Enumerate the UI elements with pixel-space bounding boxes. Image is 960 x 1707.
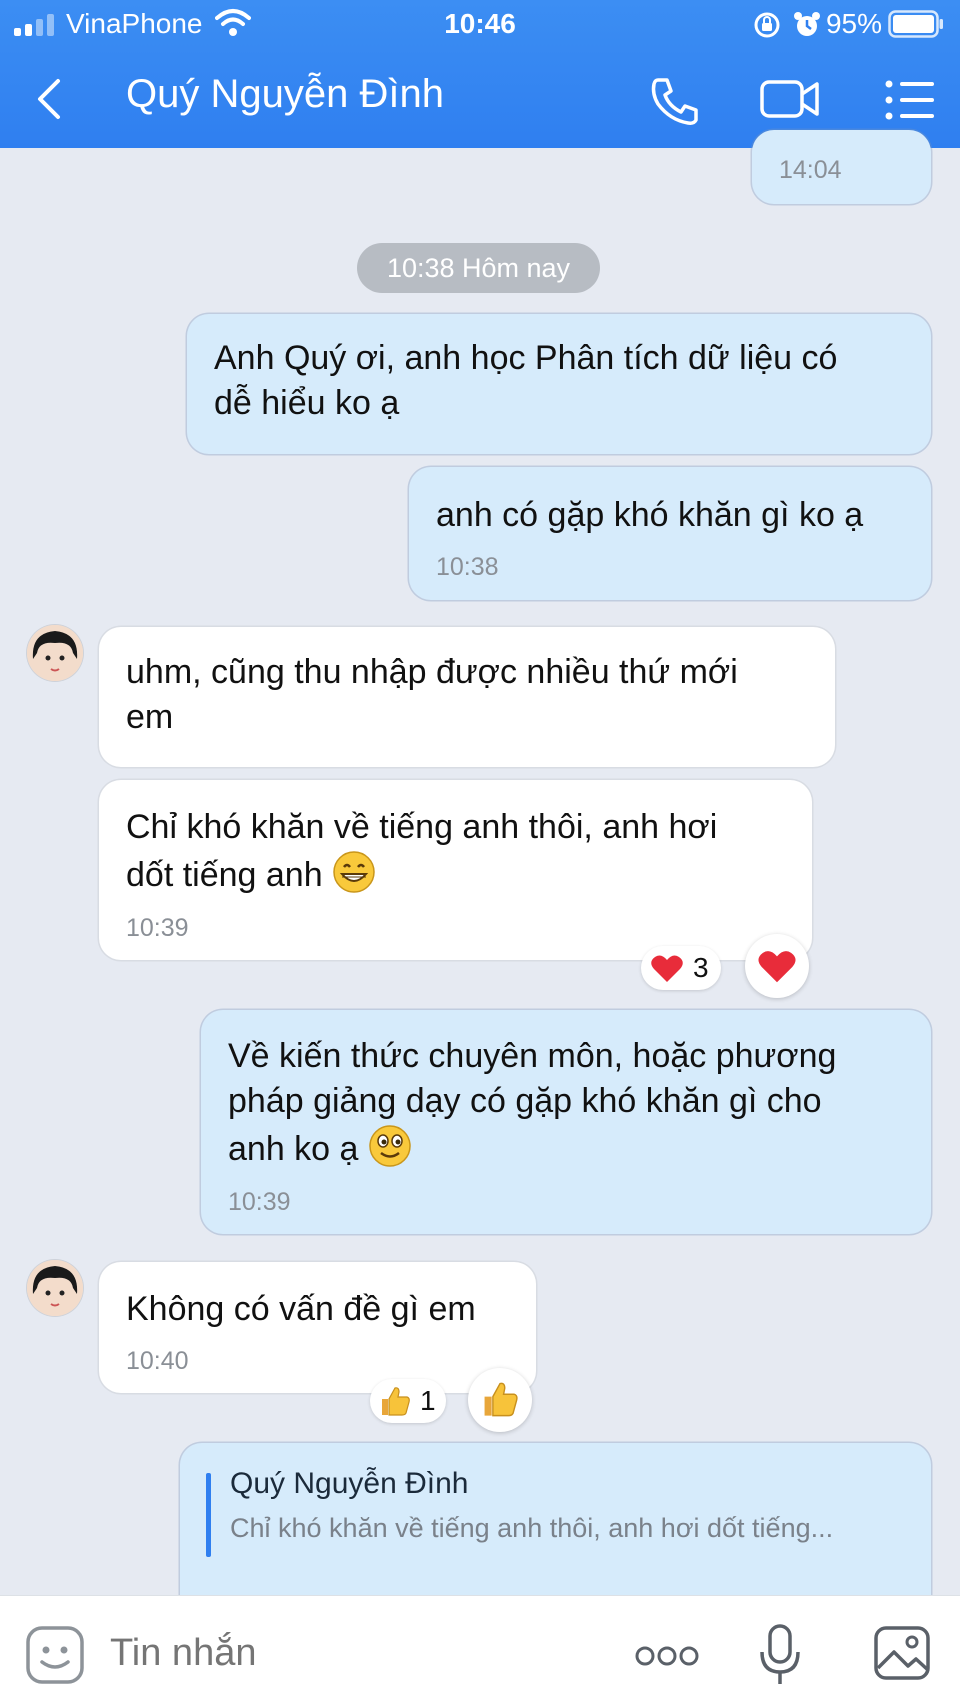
message-bubble[interactable]: 14:04	[752, 130, 931, 204]
message-text: Anh Quý ơi, anh học Phân tích dữ liệu có	[214, 339, 838, 377]
thumbs-up-icon	[382, 1387, 410, 1416]
date-divider: 10:38 Hôm nay	[357, 243, 600, 293]
heart-icon	[758, 951, 796, 983]
battery-icon	[888, 10, 943, 38]
avatar-image	[27, 1260, 83, 1316]
message-bubble[interactable]: Anh Quý ơi, anh học Phân tích dữ liệu có…	[187, 314, 931, 454]
avatar-image	[27, 625, 83, 681]
heart-icon	[651, 955, 683, 982]
microphone-icon[interactable]	[756, 1624, 804, 1686]
message-bubble[interactable]: anh có gặp khó khăn gì ko ạ 10:38	[409, 467, 931, 600]
reaction-count[interactable]: 1	[370, 1379, 446, 1423]
sticker-icon[interactable]	[26, 1626, 84, 1684]
message-time: 10:39	[126, 914, 189, 942]
quoted-author: Quý Nguyễn Đình	[230, 1467, 469, 1500]
message-text: pháp giảng dạy có gặp khó khăn gì cho	[228, 1082, 822, 1120]
message-text: anh ko ạ	[228, 1130, 359, 1168]
battery-percent: 95%	[825, 8, 882, 39]
message-text: Không có vấn đề gì em	[126, 1290, 476, 1328]
input-bar	[0, 1595, 960, 1707]
message-text: dốt tiếng anh	[126, 856, 323, 894]
reaction-count-value: 3	[693, 952, 709, 983]
message-text: anh có gặp khó khăn gì ko ạ	[436, 496, 864, 534]
message-time: 10:39	[228, 1188, 291, 1216]
message-text: uhm, cũng thu nhập được nhiều thứ mới	[126, 653, 738, 691]
message-text-line: dốt tiếng anh	[126, 850, 376, 898]
message-input[interactable]	[110, 1632, 590, 1675]
reaction-count[interactable]: 3	[641, 946, 721, 990]
message-time: 10:40	[126, 1347, 189, 1375]
phone-call-icon[interactable]	[650, 76, 702, 126]
message-time: 14:04	[779, 156, 842, 184]
avatar[interactable]	[27, 1260, 83, 1316]
rotation-lock-icon	[754, 12, 780, 38]
message-bubble[interactable]: Không có vấn đề gì em 10:40	[99, 1262, 536, 1393]
message-text: dễ hiểu ko ạ	[214, 384, 400, 422]
thumbs-up-icon	[484, 1382, 518, 1417]
image-gallery-icon[interactable]	[874, 1626, 930, 1680]
header: VinaPhone 10:46 95% Quý Nguyễn Đình	[0, 0, 960, 148]
chat-screen: VinaPhone 10:46 95% Quý Nguyễn Đình 14:0…	[0, 0, 960, 1707]
message-time: 10:38	[436, 553, 499, 581]
message-text: Chỉ khó khăn về tiếng anh thôi, anh hơi	[126, 808, 718, 846]
video-call-icon[interactable]	[760, 76, 820, 122]
message-bubble[interactable]: uhm, cũng thu nhập được nhiều thứ mới em	[99, 627, 835, 767]
quote-bar	[206, 1473, 211, 1557]
menu-list-icon[interactable]	[884, 78, 936, 122]
more-options-icon[interactable]	[635, 1644, 699, 1668]
message-text: em	[126, 698, 174, 736]
avatar[interactable]	[27, 625, 83, 681]
back-arrow-icon[interactable]	[30, 75, 70, 123]
reaction-count-value: 1	[420, 1385, 436, 1416]
react-like-button[interactable]	[468, 1368, 532, 1432]
react-heart-button[interactable]	[745, 934, 809, 998]
status-bar: VinaPhone 10:46 95%	[0, 0, 960, 50]
alarm-icon	[794, 12, 820, 36]
message-text-line: anh ko ạ	[228, 1124, 412, 1172]
message-bubble[interactable]: Về kiến thức chuyên môn, hoặc phương phá…	[201, 1010, 931, 1234]
grin-emoji-icon	[333, 851, 375, 893]
contact-name[interactable]: Quý Nguyễn Đình	[126, 72, 444, 117]
smile-emoji-icon	[369, 1125, 411, 1167]
message-text: Về kiến thức chuyên môn, hoặc phương	[228, 1037, 837, 1075]
quoted-text: Chỉ khó khăn về tiếng anh thôi, anh hơi …	[230, 1513, 834, 1543]
message-bubble[interactable]: Chỉ khó khăn về tiếng anh thôi, anh hơi …	[99, 780, 812, 960]
